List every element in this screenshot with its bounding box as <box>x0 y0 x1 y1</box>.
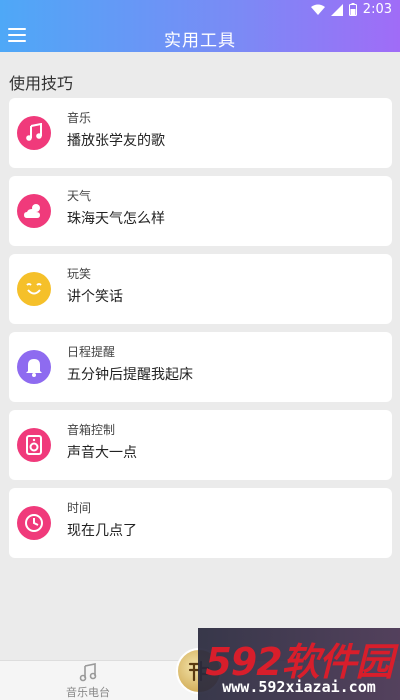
smile-icon-wrapper <box>17 272 51 306</box>
battery-icon <box>348 3 357 16</box>
page-title: 实用工具 <box>164 31 236 51</box>
weather-icon <box>24 204 40 218</box>
clock-icon-wrapper <box>17 506 51 540</box>
section-title: 使用技巧 <box>9 74 74 93</box>
watermark-banner: 592软件园 www.592xiazai.com <box>198 628 400 700</box>
music-note-icon <box>79 663 97 682</box>
tip-text: 播放张学友的歌 <box>67 133 165 149</box>
clock-icon <box>25 514 43 532</box>
tip-card-joke[interactable]: 玩笑 讲个笑话 <box>9 254 392 324</box>
status-time: 2:03 <box>362 2 392 17</box>
tips-list: 音乐 播放张学友的歌 天气 珠海天气怎么样 玩笑 讲个笑话 日程提醒 五分钟后提… <box>9 98 392 566</box>
wifi-icon <box>310 4 325 16</box>
tab-music-radio[interactable]: 音乐电台 <box>60 663 116 700</box>
music-note-icon <box>26 123 42 141</box>
tip-text: 珠海天气怎么样 <box>67 211 165 227</box>
tip-category: 时间 <box>67 501 92 515</box>
signal-icon <box>330 3 343 16</box>
bell-icon <box>26 359 42 377</box>
tip-category: 音箱控制 <box>67 423 116 437</box>
app-bar: 实用工具 <box>0 22 400 52</box>
tip-text: 五分钟后提醒我起床 <box>67 367 193 383</box>
smile-icon <box>26 283 42 295</box>
tip-category: 音乐 <box>67 111 92 125</box>
tip-text: 现在几点了 <box>67 523 137 539</box>
watermark-url: www.592xiazai.com <box>222 678 376 696</box>
tip-category: 天气 <box>67 189 92 203</box>
tip-card-speaker[interactable]: 音箱控制 声音大一点 <box>9 410 392 480</box>
bell-icon-wrapper <box>17 350 51 384</box>
status-bar: 2:03 <box>0 0 400 22</box>
weather-icon-wrapper <box>17 194 51 228</box>
tip-card-weather[interactable]: 天气 珠海天气怎么样 <box>9 176 392 246</box>
tip-text: 讲个笑话 <box>67 289 123 305</box>
tab-label: 音乐电台 <box>66 686 110 699</box>
tip-card-time[interactable]: 时间 现在几点了 <box>9 488 392 558</box>
tip-category: 玩笑 <box>67 267 92 281</box>
tip-category: 日程提醒 <box>67 345 116 359</box>
tip-card-music[interactable]: 音乐 播放张学友的歌 <box>9 98 392 168</box>
tip-text: 声音大一点 <box>67 445 137 461</box>
tip-card-reminder[interactable]: 日程提醒 五分钟后提醒我起床 <box>9 332 392 402</box>
speaker-icon-wrapper <box>17 428 51 462</box>
speaker-icon <box>26 435 42 455</box>
music-icon-wrapper <box>17 116 51 150</box>
